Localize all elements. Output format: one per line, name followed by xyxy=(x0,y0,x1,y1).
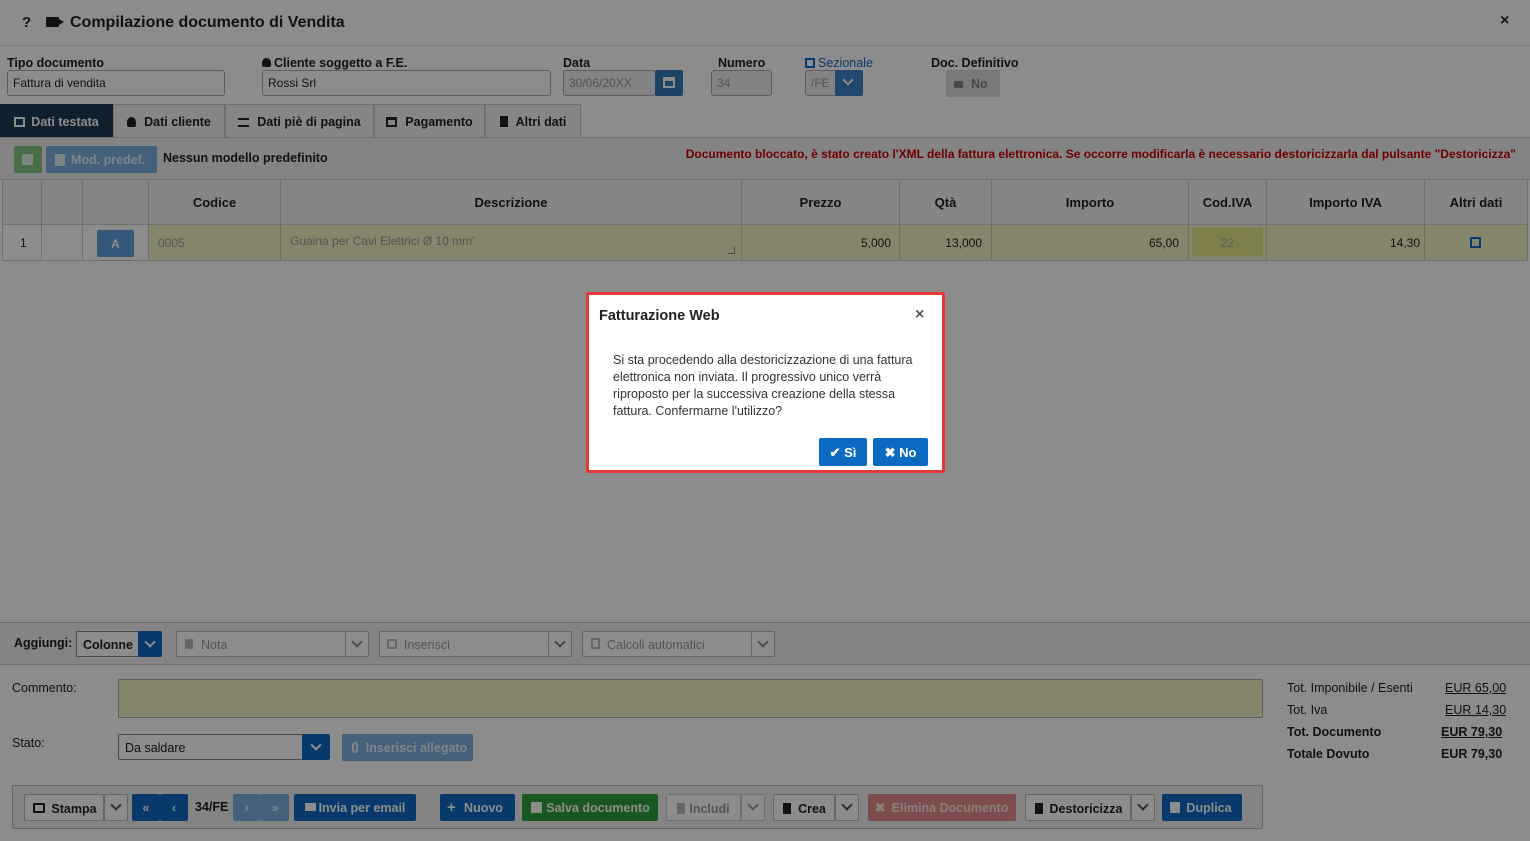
dialog-close-button[interactable]: × xyxy=(915,306,924,324)
dialog-title: Fatturazione Web xyxy=(599,308,720,324)
dialog-yes-button[interactable]: ✔ Sì xyxy=(819,438,867,466)
dialog-no-button[interactable]: ✖ No xyxy=(873,438,928,466)
dialog-message: Si sta procedendo alla destoricizzazione… xyxy=(613,353,913,418)
confirm-dialog: Fatturazione Web × Si sta procedendo all… xyxy=(586,292,945,473)
